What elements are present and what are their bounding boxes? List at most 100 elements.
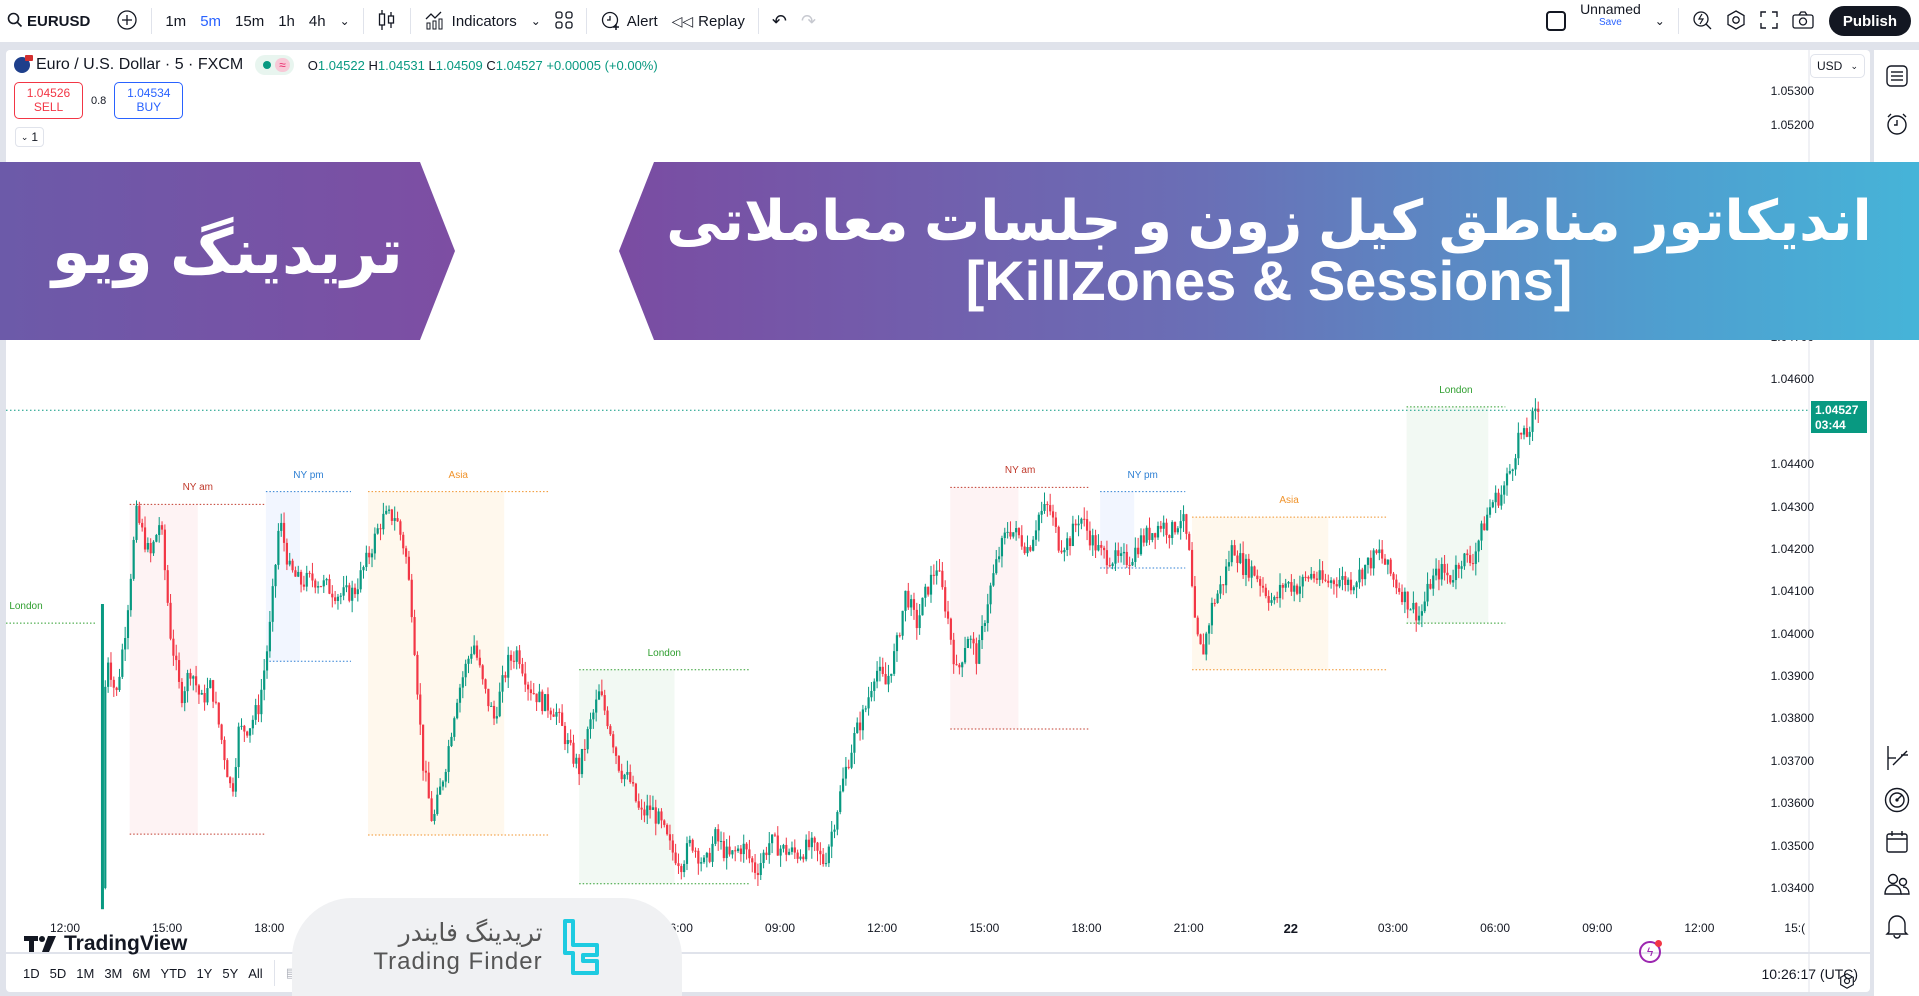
candle-up xyxy=(441,781,445,787)
candle-up xyxy=(1432,575,1435,589)
watchlist-button[interactable] xyxy=(1883,62,1911,90)
divider xyxy=(151,8,153,34)
layouts-button[interactable] xyxy=(548,2,580,40)
alert-button[interactable]: Alert xyxy=(593,2,665,40)
price-tick-label: 1.04400 xyxy=(1770,457,1814,472)
candle-down xyxy=(1202,644,1205,655)
hotlists-button[interactable] xyxy=(1883,786,1911,814)
chart-legend: Euro / U.S. Dollar · 5 · FXCM ≈ O1.04522… xyxy=(14,55,658,75)
currency-select[interactable]: USD ⌄ xyxy=(1810,54,1865,78)
candle-up xyxy=(240,725,243,727)
indicators-dropdown[interactable]: ⌄ xyxy=(524,2,548,40)
settings-button[interactable] xyxy=(1719,2,1753,40)
multi-chart-toggle[interactable] xyxy=(1539,2,1573,40)
candle-up xyxy=(995,559,998,574)
timeframe-1m[interactable]: 1m xyxy=(158,2,193,40)
spread-value: 0.8 xyxy=(91,94,107,107)
candle-down xyxy=(399,521,402,535)
timeframe-dropdown[interactable]: ⌄ xyxy=(333,2,357,40)
alerts-button[interactable] xyxy=(1883,110,1911,138)
utc-clock[interactable]: 10:26:17 (UTC) xyxy=(1762,966,1858,982)
layout-name-button[interactable]: Unnamed Save xyxy=(1573,2,1648,40)
buy-button[interactable]: 1.04534 BUY xyxy=(114,82,184,119)
compare-symbol-button[interactable] xyxy=(109,2,145,40)
candle-up xyxy=(1386,559,1389,565)
notifications-bottom-button[interactable] xyxy=(1883,912,1911,940)
sell-price: 1.04526 xyxy=(26,85,71,100)
alarm-clock-icon xyxy=(1887,113,1907,135)
session-label: London xyxy=(647,647,681,659)
candle-up xyxy=(1358,569,1361,583)
candle-down xyxy=(1332,580,1336,585)
candle-down xyxy=(1304,576,1307,578)
candle-down xyxy=(569,740,572,743)
candle-up xyxy=(1080,518,1083,524)
candle-up xyxy=(589,719,592,730)
quick-search-button[interactable] xyxy=(1685,2,1719,40)
candle-up xyxy=(1207,625,1211,634)
candle-up xyxy=(1355,582,1358,588)
range-1d[interactable]: 1D xyxy=(18,966,45,981)
candle-down xyxy=(1020,535,1023,547)
candle-up xyxy=(490,705,493,707)
rewind-icon: ◁◁ xyxy=(671,13,694,29)
candle-up xyxy=(935,570,938,576)
candle-up xyxy=(158,525,161,536)
candle-up xyxy=(1522,428,1526,435)
trading-panel-button[interactable] xyxy=(1883,744,1911,772)
lightning-search-icon xyxy=(1692,10,1712,33)
undo-button[interactable]: ↶ xyxy=(765,2,794,40)
candle-up xyxy=(986,604,989,624)
range-1y[interactable]: 1Y xyxy=(191,966,217,981)
timeframe-5m[interactable]: 5m xyxy=(193,2,228,40)
chart-type-button[interactable] xyxy=(370,2,404,40)
fullscreen-button[interactable] xyxy=(1753,2,1785,40)
collapse-indicators-button[interactable]: ⌄ 1 xyxy=(15,127,44,147)
range-5d[interactable]: 5D xyxy=(45,966,72,981)
lightning-notification-icon[interactable]: ϟ xyxy=(1639,940,1662,963)
candle-up xyxy=(861,709,865,731)
banner-title-fa: اندیکاتور مناطق کیل زون و جلسات معاملاتی xyxy=(666,188,1872,252)
calendar-button[interactable] xyxy=(1883,828,1911,856)
range-1m[interactable]: 1M xyxy=(71,966,99,981)
candle-down xyxy=(1520,432,1523,435)
last-price-value: 1.04527 xyxy=(1815,403,1859,418)
publish-button[interactable]: Publish xyxy=(1828,6,1911,36)
candle-down xyxy=(413,617,416,655)
candle-down xyxy=(753,862,757,873)
candle-up xyxy=(100,604,104,910)
candle-down xyxy=(1236,555,1239,564)
symbol-search-button[interactable]: EURUSD xyxy=(0,2,97,40)
candle-down xyxy=(1335,584,1338,587)
time-axis[interactable]: 12:00 15:00 18:00 06:00 09:00 12:00 15:00 18:00… xyxy=(6,910,1816,940)
range-all[interactable]: All xyxy=(243,966,267,981)
timeframe-1h[interactable]: 1h xyxy=(271,2,302,40)
candle-down xyxy=(1102,547,1106,551)
candle-up xyxy=(1006,531,1009,533)
timeframe-15m[interactable]: 15m xyxy=(228,2,271,40)
sell-button[interactable]: 1.04526 SELL xyxy=(14,82,83,119)
candle-up xyxy=(1071,523,1074,547)
candle-up xyxy=(1040,510,1043,515)
range-6m[interactable]: 6M xyxy=(127,966,155,981)
candle-up xyxy=(124,638,127,650)
range-5y[interactable]: 5Y xyxy=(217,966,243,981)
indicators-button[interactable]: Indicators xyxy=(417,2,524,40)
range-3m[interactable]: 3M xyxy=(99,966,127,981)
candle-down xyxy=(194,676,198,686)
replay-button[interactable]: ◁◁ Replay xyxy=(665,2,752,40)
candle-up xyxy=(447,746,450,772)
candle-down xyxy=(180,681,184,704)
community-button[interactable] xyxy=(1883,870,1911,898)
timeframe-4h[interactable]: 4h xyxy=(302,2,333,40)
high-key: H xyxy=(368,57,378,73)
snapshot-button[interactable] xyxy=(1785,2,1821,40)
symbol-title[interactable]: Euro / U.S. Dollar · 5 · FXCM xyxy=(36,56,243,74)
market-status-badge[interactable]: ≈ xyxy=(255,55,294,75)
candle-down xyxy=(541,691,544,712)
redo-button[interactable]: ↷ xyxy=(794,2,823,40)
candle-up xyxy=(1219,584,1222,594)
range-ytd[interactable]: YTD xyxy=(155,966,191,981)
layout-dropdown[interactable]: ⌄ xyxy=(1648,2,1672,40)
candle-up xyxy=(444,771,447,782)
